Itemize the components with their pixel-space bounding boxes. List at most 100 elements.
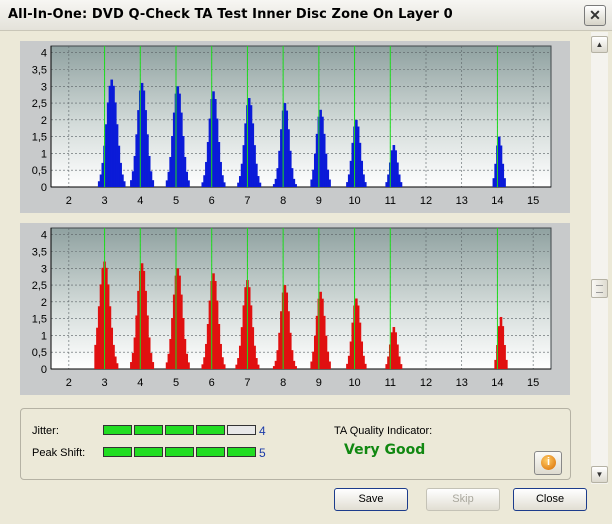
window-title: All-In-One: DVD Q-Check TA Test Inner Di…	[8, 7, 453, 22]
x-tick-label: 7	[244, 195, 250, 207]
jitter-meter-segment	[227, 425, 256, 435]
peak-shift-meter-segment	[196, 447, 225, 457]
scroll-down-button[interactable]: ▼	[591, 466, 608, 483]
histogram-bar	[122, 181, 126, 187]
peak-shift-meter-segment	[227, 447, 256, 457]
x-tick-label: 3	[102, 195, 108, 207]
histogram-bar	[187, 180, 190, 187]
y-tick-label: 1,5	[32, 314, 47, 326]
y-tick-label: 3,5	[32, 65, 47, 77]
x-tick-label: 9	[316, 377, 322, 389]
histogram-bar	[258, 182, 262, 187]
histogram-bar	[151, 180, 155, 187]
y-tick-label: 3	[41, 81, 47, 93]
window-close-button[interactable]: ✕	[584, 5, 606, 26]
histogram-bar	[328, 361, 331, 369]
peak-shift-value: 5	[259, 446, 266, 460]
info-button[interactable]: i	[534, 451, 562, 475]
y-tick-label: 3,5	[32, 247, 47, 259]
close-button[interactable]: Close	[513, 488, 587, 511]
jitter-meter	[103, 425, 256, 435]
y-tick-label: 2	[41, 115, 47, 127]
histogram-bar	[222, 182, 226, 187]
peak-shift-meter	[103, 447, 256, 457]
y-tick-label: 0,5	[32, 165, 47, 177]
x-tick-label: 12	[420, 195, 432, 207]
y-tick-label: 0,5	[32, 347, 47, 359]
histogram-bar	[151, 362, 155, 369]
jitter-meter-segment	[165, 425, 194, 435]
x-tick-label: 15	[527, 377, 539, 389]
x-tick-label: 5	[173, 377, 179, 389]
histogram-bar	[294, 366, 297, 369]
scroll-up-button[interactable]: ▲	[591, 36, 608, 53]
histogram-bar	[363, 182, 367, 187]
y-tick-label: 2	[41, 297, 47, 309]
histogram-bar	[363, 363, 367, 369]
save-button[interactable]: Save	[334, 488, 408, 511]
y-tick-label: 4	[41, 48, 47, 60]
jitter-meter-segment	[196, 425, 225, 435]
histogram-bar	[328, 179, 331, 187]
y-tick-label: 1	[41, 330, 47, 342]
x-tick-label: 10	[348, 195, 360, 207]
y-tick-label: 2,5	[32, 98, 47, 110]
x-tick-label: 13	[456, 195, 468, 207]
histogram-bar	[505, 359, 508, 369]
x-tick-label: 3	[102, 377, 108, 389]
jitter-meter-segment	[134, 425, 163, 435]
plot-area	[50, 45, 552, 188]
x-tick-label: 5	[173, 195, 179, 207]
peak-shift-meter-segment	[103, 447, 132, 457]
x-tick-label: 14	[491, 195, 503, 207]
peak-shift-meter-segment	[134, 447, 163, 457]
histogram-bar	[222, 364, 226, 369]
vertical-scrollbar[interactable]: ▲ ▼	[591, 32, 608, 484]
skip-button[interactable]: Skip	[426, 488, 500, 511]
histogram-bar	[256, 364, 260, 369]
histogram-bar	[503, 178, 506, 187]
peak-shift-meter-segment	[165, 447, 194, 457]
info-icon: i	[541, 455, 556, 470]
x-tick-label: 7	[244, 377, 250, 389]
y-tick-label: 4	[41, 230, 47, 242]
y-tick-label: 2,5	[32, 280, 47, 292]
x-tick-label: 11	[385, 377, 396, 389]
y-tick-label: 0	[41, 182, 47, 194]
y-tick-label: 0	[41, 364, 47, 376]
jitter-histogram-chart: 0 0,5 1 1,5 2 2,5 3 3,5 4 2 3 4 5 6 7 8 9 10 11 12 13 14 15	[20, 41, 570, 213]
ta-quality-label: TA Quality Indicator:	[334, 425, 433, 437]
histogram-bar	[399, 364, 403, 369]
x-tick-label: 9	[316, 195, 322, 207]
x-tick-label: 10	[348, 377, 360, 389]
scroll-thumb[interactable]	[591, 279, 608, 298]
ta-quality-value: Very Good	[344, 442, 426, 458]
peak-shift-label: Peak Shift:	[32, 447, 86, 459]
x-tick-label: 14	[491, 377, 503, 389]
x-tick-label: 2	[66, 195, 72, 207]
x-tick-label: 8	[280, 377, 286, 389]
y-tick-label: 3	[41, 263, 47, 275]
y-tick-label: 1	[41, 148, 47, 160]
histogram-bar	[399, 182, 403, 187]
title-bar: All-In-One: DVD Q-Check TA Test Inner Di…	[0, 0, 612, 31]
x-tick-label: 13	[456, 377, 468, 389]
histogram-bar	[187, 362, 190, 369]
x-tick-label: 11	[385, 195, 396, 207]
x-tick-label: 6	[209, 377, 215, 389]
x-tick-label: 4	[137, 195, 143, 207]
quality-panel	[20, 408, 571, 480]
x-tick-label: 2	[66, 377, 72, 389]
histogram-bar	[294, 184, 297, 187]
jitter-label: Jitter:	[32, 425, 59, 437]
jitter-meter-segment	[103, 425, 132, 435]
x-tick-label: 8	[280, 195, 286, 207]
y-tick-label: 1,5	[32, 132, 47, 144]
plot-area	[50, 227, 552, 370]
x-tick-label: 15	[527, 195, 539, 207]
x-tick-label: 4	[137, 377, 143, 389]
peak-shift-histogram-chart: 0 0,5 1 1,5 2 2,5 3 3,5 4 2 3 4 5 6 7 8 9 10 11 12 13 14 15	[20, 223, 570, 395]
x-tick-label: 6	[209, 195, 215, 207]
jitter-value: 4	[259, 424, 266, 438]
x-tick-label: 12	[420, 377, 432, 389]
